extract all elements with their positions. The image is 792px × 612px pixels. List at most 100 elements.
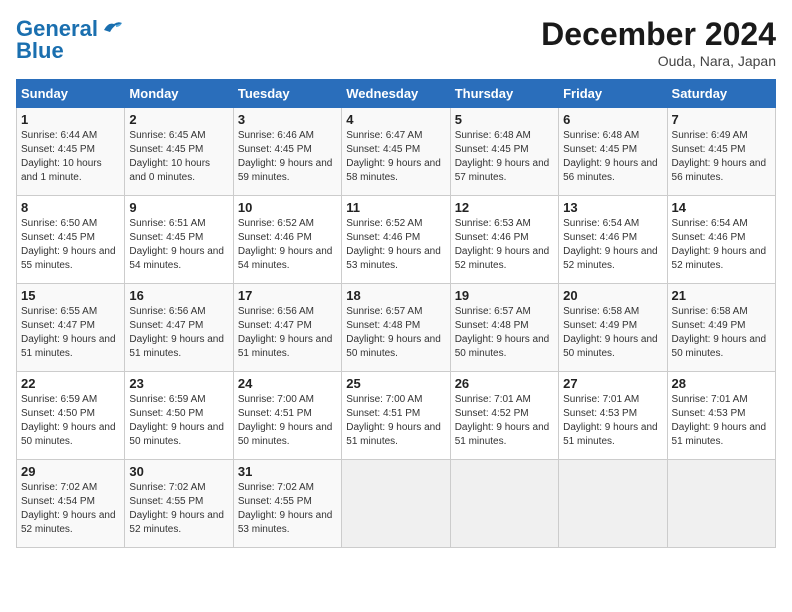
day-number: 2 (129, 112, 228, 127)
day-info: Sunrise: 6:48 AM Sunset: 4:45 PM Dayligh… (455, 129, 554, 185)
day-number: 30 (129, 464, 228, 479)
logo: General Blue (16, 16, 124, 64)
day-info: Sunrise: 6:46 AM Sunset: 4:45 PM Dayligh… (238, 129, 337, 185)
day-number: 5 (455, 112, 554, 127)
day-info: Sunrise: 6:52 AM Sunset: 4:46 PM Dayligh… (238, 217, 337, 273)
day-number: 12 (455, 200, 554, 215)
calendar-cell: 26 Sunrise: 7:01 AM Sunset: 4:52 PM Dayl… (450, 372, 558, 460)
calendar-row: 22 Sunrise: 6:59 AM Sunset: 4:50 PM Dayl… (17, 372, 776, 460)
calendar-cell: 19 Sunrise: 6:57 AM Sunset: 4:48 PM Dayl… (450, 284, 558, 372)
day-number: 27 (563, 376, 662, 391)
day-info: Sunrise: 6:49 AM Sunset: 4:45 PM Dayligh… (672, 129, 771, 185)
day-info: Sunrise: 7:02 AM Sunset: 4:54 PM Dayligh… (21, 481, 120, 537)
day-info: Sunrise: 6:56 AM Sunset: 4:47 PM Dayligh… (129, 305, 228, 361)
day-info: Sunrise: 7:02 AM Sunset: 4:55 PM Dayligh… (129, 481, 228, 537)
calendar-cell (342, 460, 450, 548)
calendar-cell: 23 Sunrise: 6:59 AM Sunset: 4:50 PM Dayl… (125, 372, 233, 460)
calendar-cell: 7 Sunrise: 6:49 AM Sunset: 4:45 PM Dayli… (667, 108, 775, 196)
calendar-cell: 5 Sunrise: 6:48 AM Sunset: 4:45 PM Dayli… (450, 108, 558, 196)
col-sunday: Sunday (17, 80, 125, 108)
month-title: December 2024 (541, 16, 776, 53)
day-number: 25 (346, 376, 445, 391)
calendar-cell: 4 Sunrise: 6:47 AM Sunset: 4:45 PM Dayli… (342, 108, 450, 196)
day-number: 17 (238, 288, 337, 303)
calendar-cell: 29 Sunrise: 7:02 AM Sunset: 4:54 PM Dayl… (17, 460, 125, 548)
day-info: Sunrise: 6:59 AM Sunset: 4:50 PM Dayligh… (21, 393, 120, 449)
col-thursday: Thursday (450, 80, 558, 108)
day-info: Sunrise: 6:48 AM Sunset: 4:45 PM Dayligh… (563, 129, 662, 185)
calendar-cell: 31 Sunrise: 7:02 AM Sunset: 4:55 PM Dayl… (233, 460, 341, 548)
col-wednesday: Wednesday (342, 80, 450, 108)
day-info: Sunrise: 6:44 AM Sunset: 4:45 PM Dayligh… (21, 129, 120, 185)
calendar-row: 15 Sunrise: 6:55 AM Sunset: 4:47 PM Dayl… (17, 284, 776, 372)
calendar-cell: 24 Sunrise: 7:00 AM Sunset: 4:51 PM Dayl… (233, 372, 341, 460)
day-info: Sunrise: 7:01 AM Sunset: 4:52 PM Dayligh… (455, 393, 554, 449)
day-number: 14 (672, 200, 771, 215)
day-number: 11 (346, 200, 445, 215)
calendar-cell: 14 Sunrise: 6:54 AM Sunset: 4:46 PM Dayl… (667, 196, 775, 284)
page-header: General Blue December 2024 Ouda, Nara, J… (16, 16, 776, 69)
day-info: Sunrise: 6:50 AM Sunset: 4:45 PM Dayligh… (21, 217, 120, 273)
day-info: Sunrise: 6:54 AM Sunset: 4:46 PM Dayligh… (563, 217, 662, 273)
location: Ouda, Nara, Japan (541, 53, 776, 69)
calendar-cell: 18 Sunrise: 6:57 AM Sunset: 4:48 PM Dayl… (342, 284, 450, 372)
header-row: Sunday Monday Tuesday Wednesday Thursday… (17, 80, 776, 108)
calendar-cell: 25 Sunrise: 7:00 AM Sunset: 4:51 PM Dayl… (342, 372, 450, 460)
calendar-cell: 11 Sunrise: 6:52 AM Sunset: 4:46 PM Dayl… (342, 196, 450, 284)
calendar-cell: 9 Sunrise: 6:51 AM Sunset: 4:45 PM Dayli… (125, 196, 233, 284)
day-number: 26 (455, 376, 554, 391)
calendar-cell (667, 460, 775, 548)
calendar-cell (559, 460, 667, 548)
day-number: 29 (21, 464, 120, 479)
day-number: 21 (672, 288, 771, 303)
day-info: Sunrise: 6:59 AM Sunset: 4:50 PM Dayligh… (129, 393, 228, 449)
day-info: Sunrise: 6:58 AM Sunset: 4:49 PM Dayligh… (563, 305, 662, 361)
col-tuesday: Tuesday (233, 80, 341, 108)
day-number: 28 (672, 376, 771, 391)
calendar-cell: 13 Sunrise: 6:54 AM Sunset: 4:46 PM Dayl… (559, 196, 667, 284)
calendar-cell: 1 Sunrise: 6:44 AM Sunset: 4:45 PM Dayli… (17, 108, 125, 196)
day-info: Sunrise: 6:45 AM Sunset: 4:45 PM Dayligh… (129, 129, 228, 185)
day-info: Sunrise: 6:51 AM Sunset: 4:45 PM Dayligh… (129, 217, 228, 273)
logo-bird-icon (102, 20, 124, 38)
day-number: 3 (238, 112, 337, 127)
day-info: Sunrise: 6:53 AM Sunset: 4:46 PM Dayligh… (455, 217, 554, 273)
day-info: Sunrise: 6:56 AM Sunset: 4:47 PM Dayligh… (238, 305, 337, 361)
day-number: 16 (129, 288, 228, 303)
calendar-table: Sunday Monday Tuesday Wednesday Thursday… (16, 79, 776, 548)
day-info: Sunrise: 6:55 AM Sunset: 4:47 PM Dayligh… (21, 305, 120, 361)
day-number: 1 (21, 112, 120, 127)
calendar-cell: 21 Sunrise: 6:58 AM Sunset: 4:49 PM Dayl… (667, 284, 775, 372)
calendar-cell: 12 Sunrise: 6:53 AM Sunset: 4:46 PM Dayl… (450, 196, 558, 284)
day-info: Sunrise: 7:02 AM Sunset: 4:55 PM Dayligh… (238, 481, 337, 537)
calendar-cell: 30 Sunrise: 7:02 AM Sunset: 4:55 PM Dayl… (125, 460, 233, 548)
calendar-cell: 17 Sunrise: 6:56 AM Sunset: 4:47 PM Dayl… (233, 284, 341, 372)
calendar-cell: 15 Sunrise: 6:55 AM Sunset: 4:47 PM Dayl… (17, 284, 125, 372)
day-info: Sunrise: 6:58 AM Sunset: 4:49 PM Dayligh… (672, 305, 771, 361)
day-info: Sunrise: 7:00 AM Sunset: 4:51 PM Dayligh… (346, 393, 445, 449)
col-monday: Monday (125, 80, 233, 108)
day-number: 4 (346, 112, 445, 127)
day-number: 8 (21, 200, 120, 215)
day-number: 13 (563, 200, 662, 215)
calendar-cell: 27 Sunrise: 7:01 AM Sunset: 4:53 PM Dayl… (559, 372, 667, 460)
day-info: Sunrise: 7:01 AM Sunset: 4:53 PM Dayligh… (563, 393, 662, 449)
day-number: 7 (672, 112, 771, 127)
day-number: 23 (129, 376, 228, 391)
calendar-cell: 28 Sunrise: 7:01 AM Sunset: 4:53 PM Dayl… (667, 372, 775, 460)
day-number: 19 (455, 288, 554, 303)
day-info: Sunrise: 7:01 AM Sunset: 4:53 PM Dayligh… (672, 393, 771, 449)
calendar-cell: 16 Sunrise: 6:56 AM Sunset: 4:47 PM Dayl… (125, 284, 233, 372)
day-number: 9 (129, 200, 228, 215)
day-number: 31 (238, 464, 337, 479)
calendar-row: 29 Sunrise: 7:02 AM Sunset: 4:54 PM Dayl… (17, 460, 776, 548)
calendar-cell: 6 Sunrise: 6:48 AM Sunset: 4:45 PM Dayli… (559, 108, 667, 196)
day-number: 22 (21, 376, 120, 391)
day-info: Sunrise: 6:52 AM Sunset: 4:46 PM Dayligh… (346, 217, 445, 273)
logo-text-blue: Blue (16, 38, 64, 64)
calendar-row: 8 Sunrise: 6:50 AM Sunset: 4:45 PM Dayli… (17, 196, 776, 284)
calendar-cell: 8 Sunrise: 6:50 AM Sunset: 4:45 PM Dayli… (17, 196, 125, 284)
calendar-row: 1 Sunrise: 6:44 AM Sunset: 4:45 PM Dayli… (17, 108, 776, 196)
calendar-cell: 10 Sunrise: 6:52 AM Sunset: 4:46 PM Dayl… (233, 196, 341, 284)
day-number: 15 (21, 288, 120, 303)
